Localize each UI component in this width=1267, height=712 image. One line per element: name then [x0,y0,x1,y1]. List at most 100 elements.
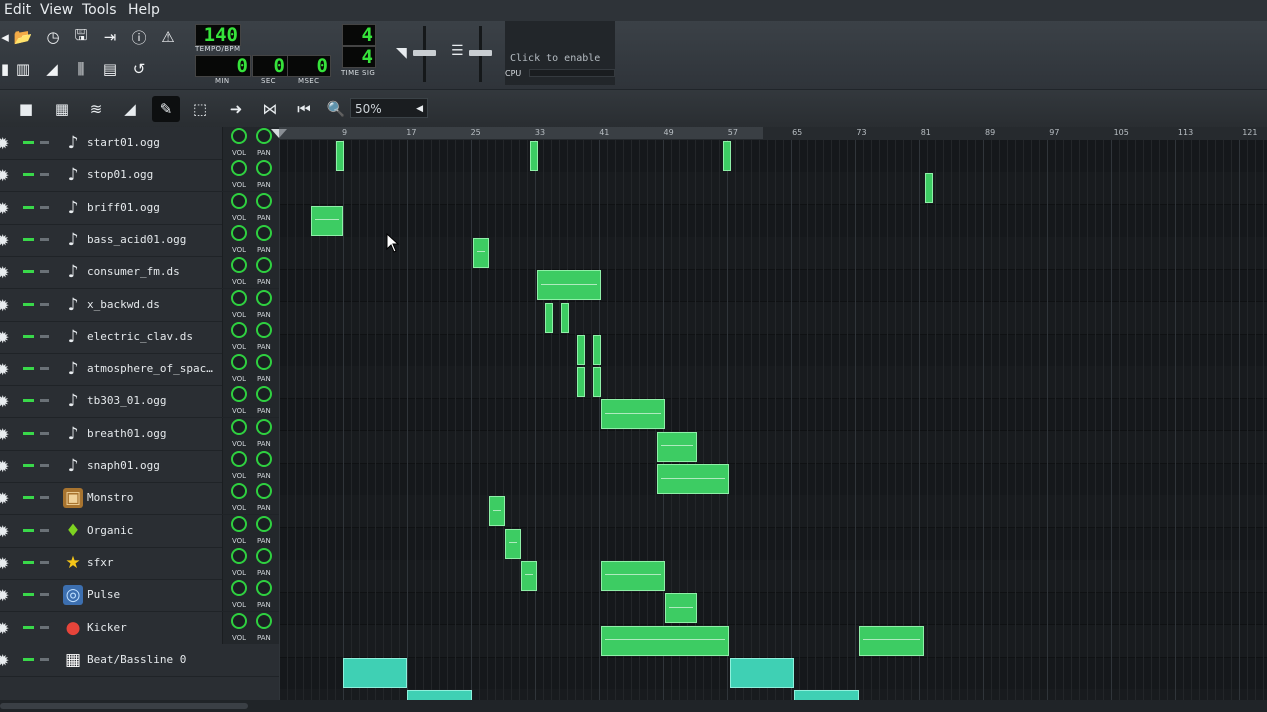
volume-knob[interactable] [231,257,247,274]
cpu-graph[interactable]: Click to enable CPU [505,21,615,85]
track-name[interactable]: tb303_01.ogg [87,394,219,407]
track-solo-button[interactable] [40,367,49,371]
timeline-ruler[interactable]: 9 17 25 33 41 49 57 65 73 81 89 97 105 113 121 [271,127,1267,140]
volume-knob[interactable] [231,386,247,403]
menu-help[interactable]: Help [128,2,160,18]
track-mute-button[interactable] [23,657,34,661]
draw-mode-button[interactable]: ✎ [152,96,180,122]
track-mute-button[interactable] [23,334,34,338]
zoom-select[interactable]: 50% ◀ [350,98,428,118]
pan-knob[interactable] [256,386,272,403]
track-gear-icon[interactable]: ✹ [0,231,9,250]
add-automation-track-button[interactable]: ◢ [116,96,144,122]
auto-scroll-button[interactable]: ➜ [222,96,250,122]
time-sig-numerator[interactable]: 4 [342,24,376,46]
volume-knob[interactable] [231,321,247,338]
select-mode-button[interactable]: ⬚ [186,96,214,122]
track-gear-icon[interactable]: ✹ [0,619,9,638]
track-gear-icon[interactable]: ✹ [0,522,9,541]
pattern-clip[interactable] [521,560,537,591]
pan-knob[interactable] [256,192,272,209]
controller-rack-icon[interactable]: ↺ [126,56,152,82]
track-name[interactable]: briff01.ogg [87,201,219,214]
pattern-clip[interactable] [593,367,601,398]
save-project-icon[interactable]: 🖫 [68,24,94,50]
pattern-clip[interactable] [593,334,601,365]
horizontal-scrollbar[interactable] [0,700,1267,712]
add-beat-bassline-button[interactable]: ▦ [48,96,76,122]
track-gear-icon[interactable]: ✹ [0,554,9,573]
track-name[interactable]: consumer_fm.ds [87,265,219,278]
volume-knob[interactable] [231,515,247,532]
pan-knob[interactable] [256,547,272,564]
track-name[interactable]: Monstro [87,491,219,504]
pan-knob[interactable] [256,451,272,467]
track-name[interactable]: Beat/Bassline 0 [87,653,219,666]
track-name[interactable]: Kicker [87,621,219,634]
pattern-clip[interactable] [311,205,343,236]
track-name[interactable]: electric_clav.ds [87,330,219,343]
track-gear-icon[interactable]: ✹ [0,425,9,444]
pan-knob[interactable] [256,257,272,274]
track-solo-button[interactable] [40,237,49,241]
mixer-icon[interactable]: ⫼ [68,56,94,82]
track-gear-icon[interactable]: ✹ [0,586,9,605]
menu-tools[interactable]: Tools [82,2,117,18]
track-name[interactable]: Pulse [87,588,219,601]
volume-knob[interactable] [231,612,247,629]
track-solo-button[interactable] [40,302,49,306]
bb-pattern[interactable] [730,657,794,688]
track-gear-icon[interactable]: ✹ [0,328,9,347]
track-mute-button[interactable] [23,464,34,467]
track-name[interactable]: snaph01.ogg [87,459,219,472]
track-gear-icon[interactable]: ✹ [0,489,9,508]
track-gear-icon[interactable]: ✹ [0,263,9,282]
pattern-clip[interactable] [489,496,505,527]
pan-knob[interactable] [256,354,272,371]
track-mute-button[interactable] [23,302,34,306]
track-name[interactable]: bass_acid01.ogg [87,233,219,246]
add-sample-track-button[interactable]: ≋ [82,96,110,122]
master-volume-slider[interactable] [413,26,436,82]
export-icon[interactable]: ⇥ [97,24,123,50]
pattern-clip[interactable] [601,560,665,591]
recent-projects-icon[interactable]: ◷ [40,24,66,50]
track-gear-icon[interactable]: ✹ [0,457,9,476]
piano-roll-icon[interactable]: ▥ [10,56,36,82]
pattern-clip[interactable] [601,399,665,430]
pan-knob[interactable] [256,515,272,532]
track-gear-icon[interactable]: ✹ [0,392,9,411]
track-mute-button[interactable] [23,367,34,371]
track-solo-button[interactable] [40,496,49,500]
track-solo-button[interactable] [40,657,49,661]
pattern-clip[interactable] [665,593,697,624]
pan-knob[interactable] [256,289,272,306]
track-mute-button[interactable] [23,270,34,274]
track-solo-button[interactable] [40,431,49,435]
volume-knob[interactable] [231,289,247,306]
pattern-clip[interactable] [530,141,538,171]
pattern-clip[interactable] [601,625,729,656]
pan-knob[interactable] [256,128,272,144]
pattern-clip[interactable] [723,141,731,171]
pattern-clip[interactable] [545,302,553,333]
track-mute-button[interactable] [23,528,34,532]
track-gear-icon[interactable]: ✹ [0,134,9,153]
track-mute-button[interactable] [23,593,34,597]
track-name[interactable]: start01.ogg [87,136,219,149]
track-mute-button[interactable] [23,205,34,209]
pan-knob[interactable] [256,483,272,500]
bb-pattern[interactable] [794,690,859,700]
time-sig-denominator[interactable]: 4 [342,46,376,68]
pattern-clip[interactable] [561,302,569,333]
pattern-clip[interactable] [577,367,585,398]
volume-knob[interactable] [231,224,247,241]
pattern-clip[interactable] [859,625,924,656]
pattern-clip[interactable] [505,528,521,559]
pan-knob[interactable] [256,224,272,241]
track-name[interactable]: breath01.ogg [87,427,219,440]
volume-knob[interactable] [231,580,247,597]
stop-behaviour-button[interactable]: ⏮ [290,96,318,122]
pan-knob[interactable] [256,612,272,629]
stop-button[interactable]: ■ [12,96,40,122]
